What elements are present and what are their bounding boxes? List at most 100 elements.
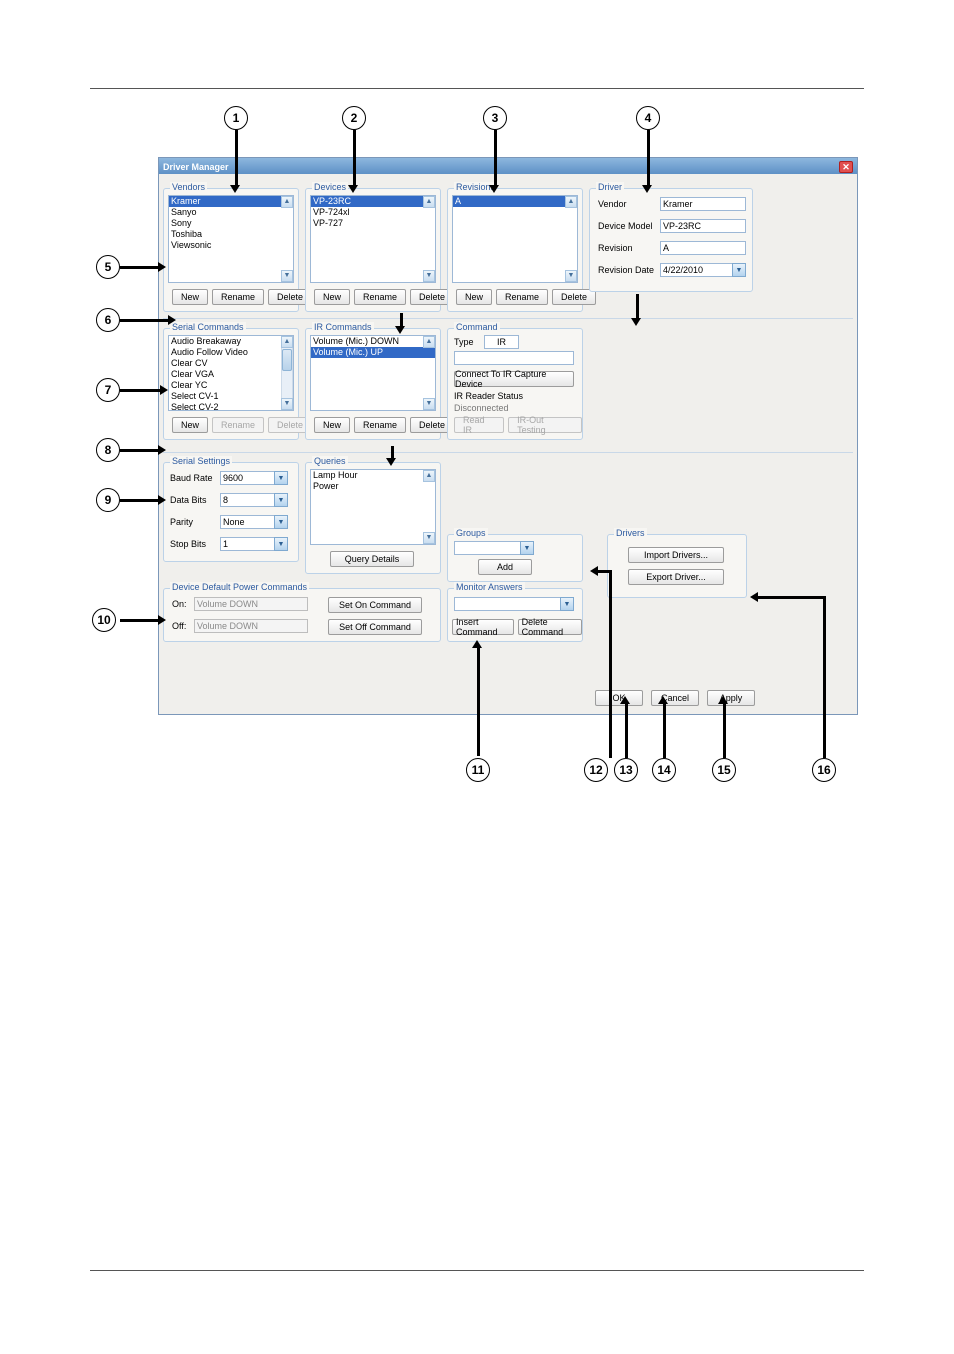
scroll-down-icon[interactable]: ▼ bbox=[281, 398, 293, 410]
ok-button[interactable]: OK bbox=[595, 690, 643, 706]
monitor-combo[interactable]: ▼ bbox=[454, 597, 574, 611]
power-on-field: Volume DOWN bbox=[194, 597, 308, 611]
list-item[interactable]: VP-727 bbox=[311, 218, 435, 229]
scroll-down-icon[interactable]: ▼ bbox=[281, 270, 293, 282]
driver-vendor-field[interactable]: Kramer bbox=[660, 197, 746, 211]
revisions-new-button[interactable]: New bbox=[456, 289, 492, 305]
arrow-5 bbox=[120, 266, 160, 269]
ir-commands-new-button[interactable]: New bbox=[314, 417, 350, 433]
scroll-down-icon[interactable]: ▼ bbox=[565, 270, 577, 282]
devices-new-button[interactable]: New bbox=[314, 289, 350, 305]
databits-field[interactable]: 8 bbox=[220, 493, 274, 507]
callout-6: 6 bbox=[96, 308, 120, 332]
power-off-field: Volume DOWN bbox=[194, 619, 308, 633]
list-item[interactable]: Sony bbox=[169, 218, 293, 229]
set-on-command-button[interactable]: Set On Command bbox=[328, 597, 422, 613]
driver-panel: Driver Vendor Kramer Device Model VP-23R… bbox=[589, 188, 753, 292]
baud-combo[interactable]: 9600 ▼ bbox=[220, 471, 288, 485]
driver-date-field[interactable]: 4/22/2010 bbox=[660, 263, 732, 277]
dropdown-icon[interactable]: ▼ bbox=[560, 597, 574, 611]
groups-combo[interactable]: ▼ bbox=[454, 541, 534, 555]
scroll-up-icon[interactable]: ▲ bbox=[565, 196, 577, 208]
vendors-rename-button[interactable]: Rename bbox=[212, 289, 264, 305]
list-item[interactable]: Select CV-1 bbox=[169, 391, 293, 402]
groups-field[interactable] bbox=[454, 541, 520, 555]
list-item[interactable]: Sanyo bbox=[169, 207, 293, 218]
list-item[interactable]: Clear CV bbox=[169, 358, 293, 369]
scroll-up-icon[interactable]: ▲ bbox=[281, 336, 293, 348]
command-input[interactable] bbox=[454, 351, 574, 365]
set-off-command-button[interactable]: Set Off Command bbox=[328, 619, 422, 635]
list-item[interactable]: Kramer bbox=[169, 196, 293, 207]
parity-combo[interactable]: None ▼ bbox=[220, 515, 288, 529]
connect-ir-button[interactable]: Connect To IR Capture Device bbox=[454, 371, 574, 387]
ir-commands-list[interactable]: Volume (Mic.) DOWN Volume (Mic.) UP ▲ ▼ bbox=[310, 335, 436, 411]
list-item[interactable]: Lamp Hour bbox=[311, 470, 435, 481]
monitor-field[interactable] bbox=[454, 597, 560, 611]
scroll-thumb[interactable] bbox=[282, 349, 292, 371]
export-driver-button[interactable]: Export Driver... bbox=[628, 569, 724, 585]
list-item[interactable]: Viewsonic bbox=[169, 240, 293, 251]
separator-2 bbox=[163, 452, 853, 453]
dropdown-icon[interactable]: ▼ bbox=[732, 263, 746, 277]
ir-commands-rename-button[interactable]: Rename bbox=[354, 417, 406, 433]
dropdown-icon[interactable]: ▼ bbox=[274, 493, 288, 507]
scroll-down-icon[interactable]: ▼ bbox=[423, 532, 435, 544]
list-item[interactable]: Select CV-2 bbox=[169, 402, 293, 411]
list-item[interactable]: VP-23RC bbox=[311, 196, 435, 207]
driver-model-field[interactable]: VP-23RC bbox=[660, 219, 746, 233]
scroll-up-icon[interactable]: ▲ bbox=[423, 196, 435, 208]
apply-button[interactable]: Apply bbox=[707, 690, 755, 706]
arrow-ir-down-head bbox=[395, 326, 405, 334]
vendors-list[interactable]: Kramer Sanyo Sony Toshiba Viewsonic ▲ ▼ bbox=[168, 195, 294, 283]
scroll-down-icon[interactable]: ▼ bbox=[423, 398, 435, 410]
serial-commands-list[interactable]: Audio Breakaway Audio Follow Video Clear… bbox=[168, 335, 294, 411]
arrow-5-head bbox=[158, 262, 166, 272]
queries-panel: Queries Lamp Hour Power ▲ ▼ Query Detail… bbox=[305, 462, 441, 574]
list-item[interactable]: VP-724xl bbox=[311, 207, 435, 218]
revisions-panel: Revisions A ▲ ▼ New Rename Delete bbox=[447, 188, 583, 312]
dropdown-icon[interactable]: ▼ bbox=[274, 515, 288, 529]
revisions-list[interactable]: A ▲ ▼ bbox=[452, 195, 578, 283]
scroll-up-icon[interactable]: ▲ bbox=[281, 196, 293, 208]
list-item[interactable]: Clear VGA bbox=[169, 369, 293, 380]
list-item[interactable]: Clear YC bbox=[169, 380, 293, 391]
close-icon[interactable]: ✕ bbox=[839, 161, 853, 173]
dropdown-icon[interactable]: ▼ bbox=[274, 471, 288, 485]
driver-date-combo[interactable]: 4/22/2010 ▼ bbox=[660, 263, 746, 277]
scroll-up-icon[interactable]: ▲ bbox=[423, 470, 435, 482]
list-item[interactable]: Toshiba bbox=[169, 229, 293, 240]
dropdown-icon[interactable]: ▼ bbox=[274, 537, 288, 551]
list-item[interactable]: A bbox=[453, 196, 577, 207]
stopbits-combo[interactable]: 1 ▼ bbox=[220, 537, 288, 551]
serial-commands-new-button[interactable]: New bbox=[172, 417, 208, 433]
titlebar[interactable]: Driver Manager ✕ bbox=[159, 158, 857, 174]
queries-list[interactable]: Lamp Hour Power ▲ ▼ bbox=[310, 469, 436, 545]
stopbits-field[interactable]: 1 bbox=[220, 537, 274, 551]
delete-command-button[interactable]: Delete Command bbox=[518, 619, 582, 635]
query-details-button[interactable]: Query Details bbox=[330, 551, 414, 567]
databits-combo[interactable]: 8 ▼ bbox=[220, 493, 288, 507]
insert-command-button[interactable]: Insert Command bbox=[452, 619, 514, 635]
dropdown-icon[interactable]: ▼ bbox=[520, 541, 534, 555]
scroll-up-icon[interactable]: ▲ bbox=[423, 336, 435, 348]
scroll-down-icon[interactable]: ▼ bbox=[423, 270, 435, 282]
vendors-new-button[interactable]: New bbox=[172, 289, 208, 305]
list-item[interactable]: Audio Breakaway bbox=[169, 336, 293, 347]
drivers-title: Drivers bbox=[614, 528, 647, 538]
revisions-rename-button[interactable]: Rename bbox=[496, 289, 548, 305]
devices-rename-button[interactable]: Rename bbox=[354, 289, 406, 305]
baud-field[interactable]: 9600 bbox=[220, 471, 274, 485]
arrow-driver-down-head bbox=[631, 318, 641, 326]
list-item[interactable]: Audio Follow Video bbox=[169, 347, 293, 358]
groups-add-button[interactable]: Add bbox=[478, 559, 532, 575]
import-drivers-button[interactable]: Import Drivers... bbox=[628, 547, 724, 563]
driver-revision-field[interactable]: A bbox=[660, 241, 746, 255]
command-type-label: Type bbox=[454, 337, 474, 347]
parity-field[interactable]: None bbox=[220, 515, 274, 529]
list-item[interactable]: Volume (Mic.) DOWN bbox=[311, 336, 435, 347]
list-item[interactable]: Volume (Mic.) UP bbox=[311, 347, 435, 358]
devices-list[interactable]: VP-23RC VP-724xl VP-727 ▲ ▼ bbox=[310, 195, 436, 283]
callout-15: 15 bbox=[712, 758, 736, 782]
list-item[interactable]: Power bbox=[311, 481, 435, 492]
